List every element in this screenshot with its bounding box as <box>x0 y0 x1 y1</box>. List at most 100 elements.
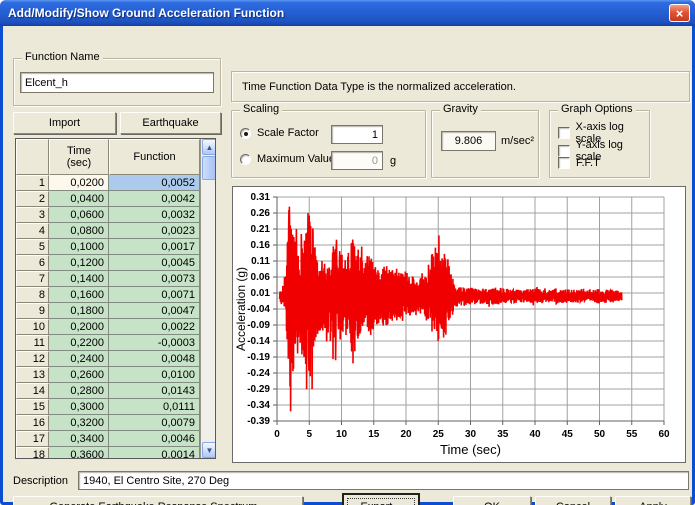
row-header[interactable]: 10 <box>16 319 49 335</box>
time-cell[interactable]: 0,0400 <box>49 191 109 207</box>
table-corner-header[interactable] <box>16 139 49 175</box>
function-cell[interactable]: 0,0079 <box>109 415 200 431</box>
time-cell[interactable]: 0,1000 <box>49 239 109 255</box>
time-cell[interactable]: 0,2000 <box>49 319 109 335</box>
close-icon[interactable]: × <box>669 4 690 22</box>
time-column-header[interactable]: Time (sec) <box>49 139 109 175</box>
import-button[interactable]: Import <box>13 112 116 134</box>
function-cell[interactable]: 0,0100 <box>109 367 200 383</box>
function-name-group: Function Name <box>13 51 221 106</box>
row-header[interactable]: 7 <box>16 271 49 287</box>
time-cell[interactable]: 0,3400 <box>49 431 109 447</box>
graph-options-group-label: Graph Options <box>558 103 636 115</box>
svg-text:0: 0 <box>274 429 280 440</box>
time-cell[interactable]: 0,1400 <box>49 271 109 287</box>
gravity-value-field: 9.806 <box>441 131 496 151</box>
row-header[interactable]: 5 <box>16 239 49 255</box>
time-cell[interactable]: 0,1600 <box>49 287 109 303</box>
function-cell[interactable]: 0,0023 <box>109 223 200 239</box>
acceleration-chart-svg: 0.31 0.26 0.21 0.16 0.11 0.06 0.01 -0.04 -0.09 -0… <box>234 192 670 457</box>
row-header[interactable]: 6 <box>16 255 49 271</box>
maximum-value-label: Maximum Value <box>257 153 336 165</box>
scroll-down-icon[interactable]: ▼ <box>202 442 215 458</box>
gravity-unit-label: m/sec² <box>501 135 534 147</box>
time-cell[interactable]: 0,2400 <box>49 351 109 367</box>
maximum-value-radio[interactable] <box>240 153 251 165</box>
function-name-input[interactable] <box>20 72 214 93</box>
row-header[interactable]: 15 <box>16 399 49 415</box>
function-cell[interactable]: -0,0003 <box>109 335 200 351</box>
row-header[interactable]: 3 <box>16 207 49 223</box>
time-cell[interactable]: 0,3600 <box>49 447 109 458</box>
time-cell[interactable]: 0,2600 <box>49 367 109 383</box>
export-button[interactable]: Export... <box>343 494 419 505</box>
row-header[interactable]: 9 <box>16 303 49 319</box>
function-cell[interactable]: 0,0045 <box>109 255 200 271</box>
function-cell[interactable]: 0,0014 <box>109 447 200 458</box>
row-header[interactable]: 11 <box>16 335 49 351</box>
scroll-up-icon[interactable]: ▲ <box>202 139 215 155</box>
scale-factor-radio[interactable] <box>240 127 251 139</box>
cancel-button[interactable]: Cancel <box>535 496 611 505</box>
time-cell[interactable]: 0,3000 <box>49 399 109 415</box>
svg-text:60: 60 <box>658 429 670 440</box>
ok-button[interactable]: OK <box>453 496 531 505</box>
time-cell[interactable]: 0,1200 <box>49 255 109 271</box>
time-cell[interactable]: 0,0600 <box>49 207 109 223</box>
row-header[interactable]: 8 <box>16 287 49 303</box>
title-bar[interactable]: Add/Modify/Show Ground Acceleration Func… <box>0 0 695 26</box>
function-cell[interactable]: 0,0143 <box>109 383 200 399</box>
fft-checkbox[interactable] <box>558 157 570 169</box>
time-cell[interactable]: 0,2800 <box>49 383 109 399</box>
function-cell[interactable]: 0,0047 <box>109 303 200 319</box>
svg-text:15: 15 <box>368 429 380 440</box>
table-rows: 1 0,0200 0,0052 2 0,0400 0,0042 3 0,0600 0,0032 4… <box>16 175 200 458</box>
function-cell[interactable]: 0,0022 <box>109 319 200 335</box>
time-cell[interactable]: 0,3200 <box>49 415 109 431</box>
function-cell[interactable]: 0,0073 <box>109 271 200 287</box>
function-cell[interactable]: 0,0048 <box>109 351 200 367</box>
svg-text:30: 30 <box>465 429 477 440</box>
y-log-checkbox[interactable] <box>558 145 570 157</box>
row-header[interactable]: 14 <box>16 383 49 399</box>
time-cell[interactable]: 0,0800 <box>49 223 109 239</box>
time-cell[interactable]: 0,0200 <box>49 175 109 191</box>
function-cell[interactable]: 0,0032 <box>109 207 200 223</box>
svg-text:Time (sec): Time (sec) <box>440 442 501 457</box>
row-header[interactable]: 18 <box>16 447 49 458</box>
function-cell[interactable]: 0,0017 <box>109 239 200 255</box>
table-row: 18 0,3600 0,0014 <box>16 447 200 458</box>
function-cell[interactable]: 0,0042 <box>109 191 200 207</box>
row-header[interactable]: 13 <box>16 367 49 383</box>
function-cell[interactable]: 0,0071 <box>109 287 200 303</box>
description-label: Description <box>13 475 69 487</box>
scaling-group-label: Scaling <box>240 103 283 115</box>
table-row: 4 0,0800 0,0023 <box>16 223 200 239</box>
apply-button[interactable]: Apply <box>615 496 691 505</box>
description-input[interactable] <box>78 471 689 490</box>
row-header[interactable]: 1 <box>16 175 49 191</box>
row-header[interactable]: 2 <box>16 191 49 207</box>
maximum-value-input[interactable] <box>331 151 383 170</box>
earthquake-button[interactable]: Earthquake <box>120 112 221 134</box>
row-header[interactable]: 12 <box>16 351 49 367</box>
function-cell[interactable]: 0,0111 <box>109 399 200 415</box>
gravity-group-label: Gravity <box>440 103 481 115</box>
table-row: 17 0,3400 0,0046 <box>16 431 200 447</box>
table-scrollbar[interactable]: ▲ ▼ <box>200 139 215 458</box>
function-cell[interactable]: 0,0046 <box>109 431 200 447</box>
svg-text:25: 25 <box>433 429 445 440</box>
function-column-header[interactable]: Function <box>109 139 200 175</box>
function-cell[interactable]: 0,0052 <box>109 175 200 191</box>
row-header[interactable]: 4 <box>16 223 49 239</box>
time-cell[interactable]: 0,1800 <box>49 303 109 319</box>
row-header[interactable]: 16 <box>16 415 49 431</box>
scale-factor-input[interactable] <box>331 125 383 144</box>
generate-response-spectrum-button[interactable]: Generate Earthquake Response Spectrum... <box>13 496 303 505</box>
svg-text:55: 55 <box>626 429 638 440</box>
time-cell[interactable]: 0,2200 <box>49 335 109 351</box>
x-log-checkbox[interactable] <box>558 127 570 139</box>
dialog-body: Function Name Import Earthquake Time (se… <box>3 26 692 505</box>
scrollbar-thumb[interactable] <box>202 156 215 180</box>
row-header[interactable]: 17 <box>16 431 49 447</box>
